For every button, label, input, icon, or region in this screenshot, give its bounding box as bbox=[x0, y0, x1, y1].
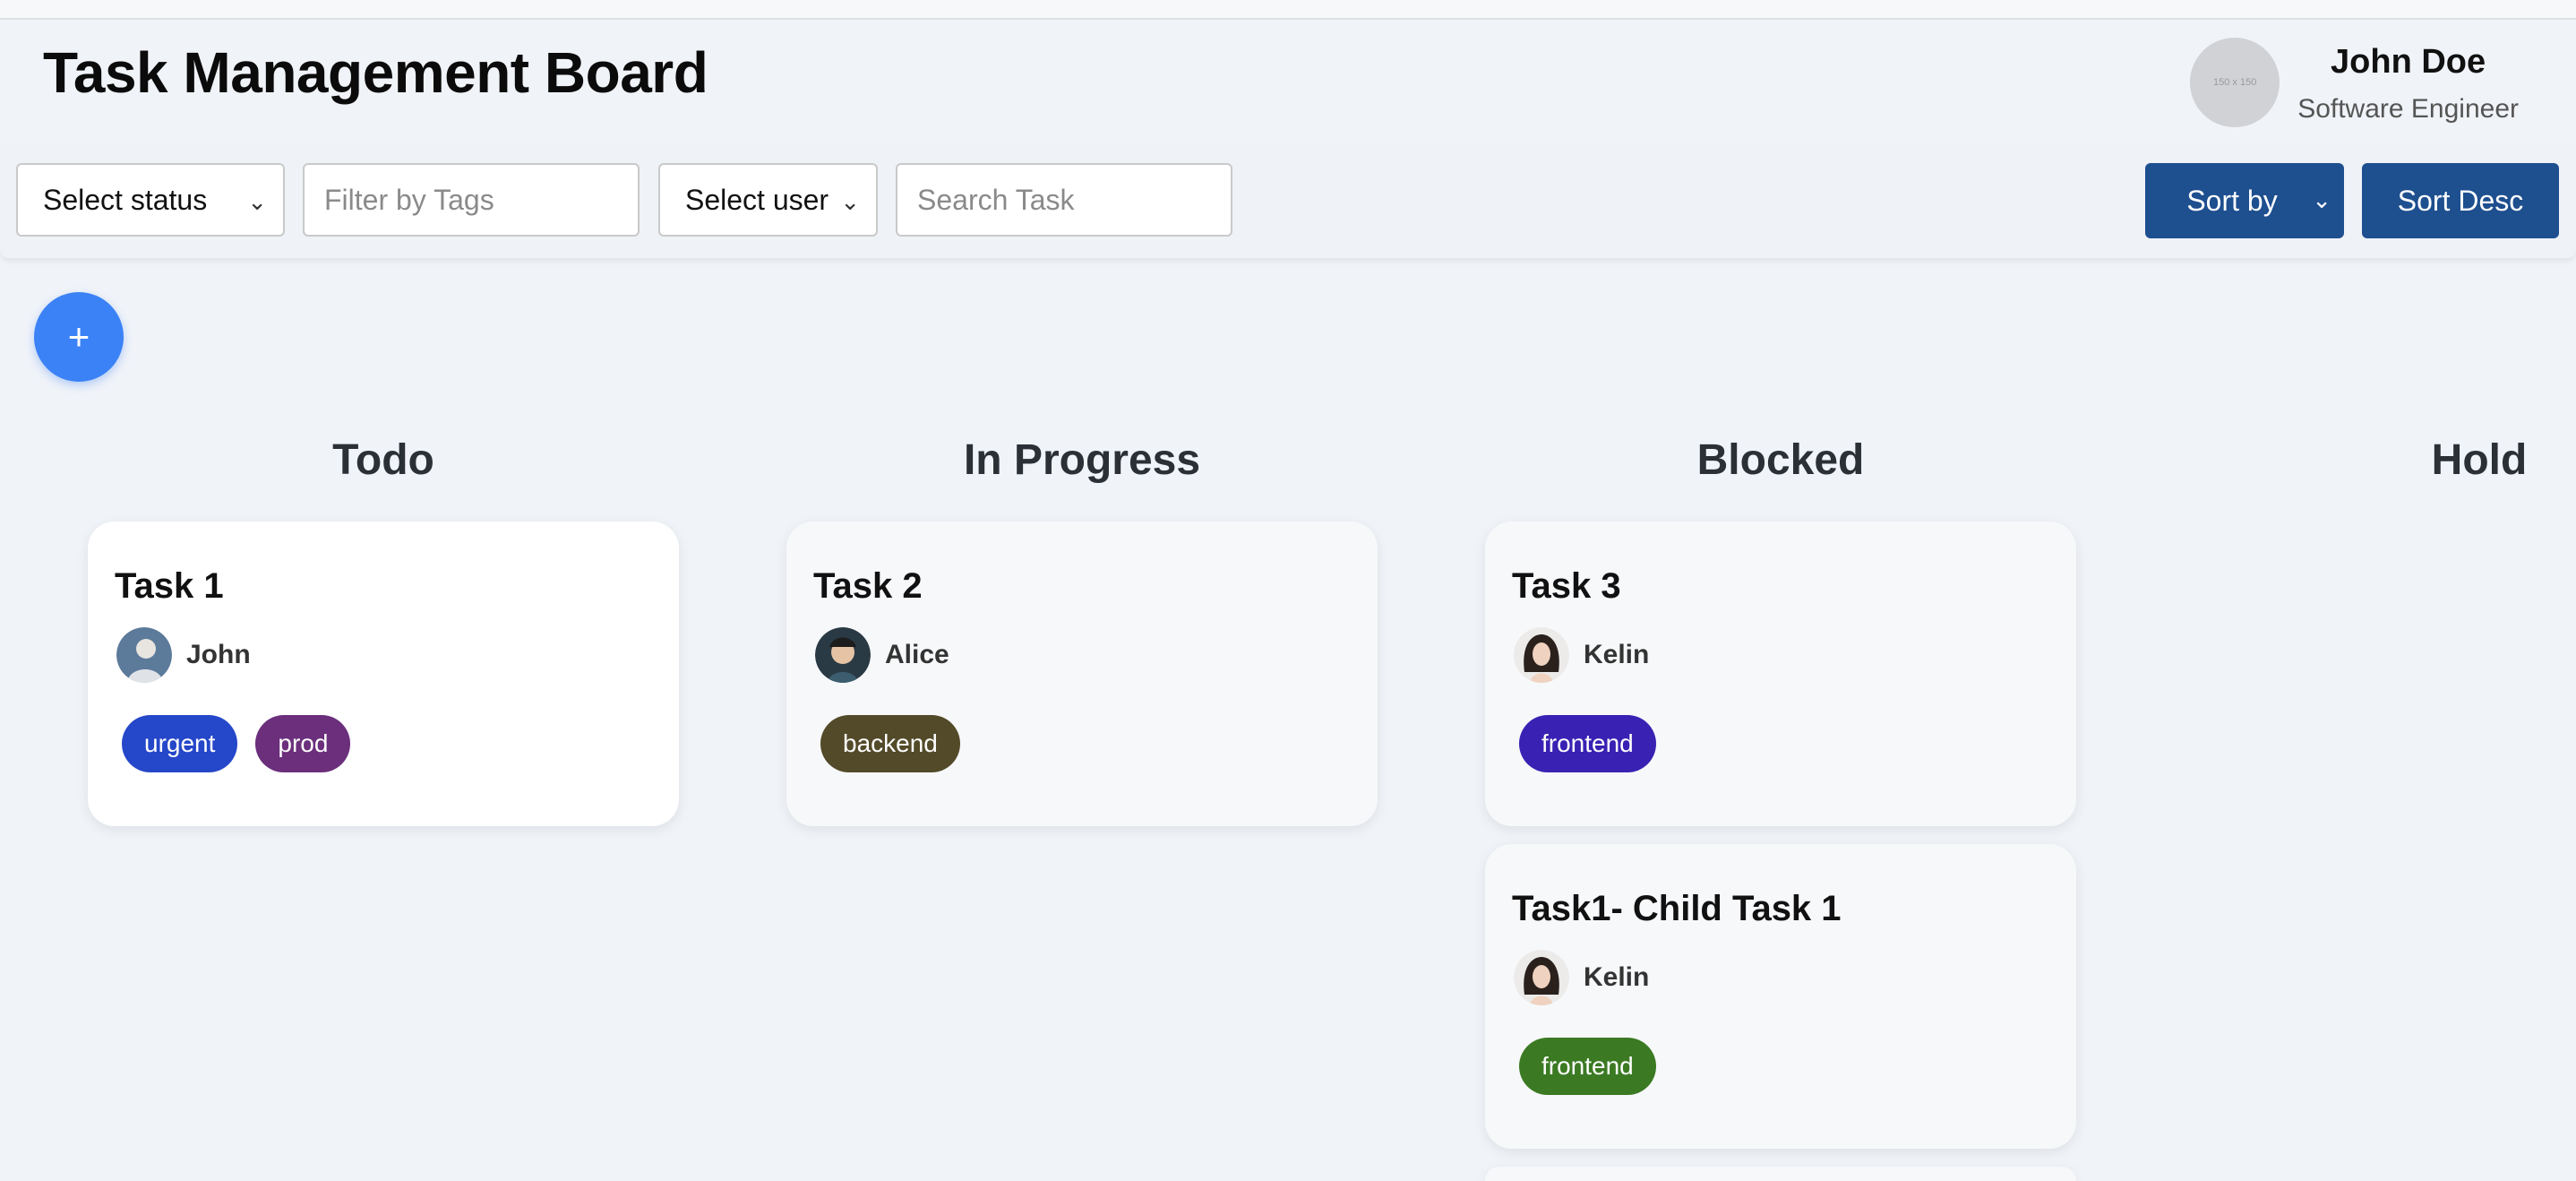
browser-top-strip bbox=[0, 0, 2576, 20]
column-title-hold: Hold bbox=[2431, 436, 2528, 484]
task-assignee: Alice bbox=[815, 627, 949, 683]
task-assignee: John bbox=[116, 627, 251, 683]
user-select-value: Select user bbox=[685, 183, 829, 216]
task-card[interactable]: Task 2 Alice backend bbox=[786, 522, 1378, 826]
column-title-in-progress: In Progress bbox=[963, 436, 1201, 484]
chevron-down-icon: ⌄ bbox=[247, 188, 267, 215]
task-title: Task1- Child Task 1 bbox=[1512, 889, 1842, 928]
woman-avatar-icon bbox=[1514, 627, 1569, 683]
tag-list: backend bbox=[820, 715, 978, 772]
header: Task Management Board 150 x 150 John Doe… bbox=[0, 20, 2576, 143]
filter-toolbar: Select status ⌄ Filter by Tags Select us… bbox=[0, 143, 2576, 258]
tag-badge[interactable]: prod bbox=[255, 715, 351, 772]
user-select[interactable]: Select user ⌄ bbox=[658, 163, 878, 237]
task-card[interactable]: Task 1 John urgent prod bbox=[88, 522, 679, 826]
woman-avatar-icon bbox=[1514, 950, 1569, 1005]
assignee-name: Kelin bbox=[1584, 640, 1650, 669]
task-assignee: Kelin bbox=[1514, 627, 1649, 683]
search-task-input[interactable]: Search Task bbox=[896, 163, 1232, 237]
profile-info: John Doe Software Engineer bbox=[2297, 36, 2519, 125]
tag-list: frontend bbox=[1519, 715, 1674, 772]
task-title: Task 2 bbox=[813, 566, 923, 606]
user-name: John Doe bbox=[2331, 43, 2486, 81]
tags-filter-placeholder: Filter by Tags bbox=[324, 183, 494, 216]
chevron-down-icon: ⌄ bbox=[840, 188, 860, 215]
column-title-blocked: Blocked bbox=[1696, 436, 1865, 484]
assignee-name: John bbox=[186, 640, 251, 669]
status-select-value: Select status bbox=[43, 183, 208, 216]
sort-order-button[interactable]: Sort Desc bbox=[2362, 163, 2559, 238]
tag-list: urgent prod bbox=[122, 715, 368, 772]
search-task-placeholder: Search Task bbox=[917, 183, 1075, 216]
column-title-todo: Todo bbox=[332, 436, 434, 484]
man-avatar-icon bbox=[116, 627, 172, 683]
task-card[interactable] bbox=[1485, 1167, 2076, 1181]
assignee-name: Kelin bbox=[1584, 962, 1650, 992]
plus-icon: + bbox=[67, 315, 90, 358]
task-title: Task 1 bbox=[115, 566, 224, 606]
chevron-down-icon: ⌄ bbox=[2312, 186, 2331, 213]
avatar: 150 x 150 bbox=[2190, 38, 2280, 127]
tag-list: frontend bbox=[1519, 1038, 1674, 1095]
add-task-button[interactable]: + bbox=[34, 292, 124, 382]
status-select[interactable]: Select status ⌄ bbox=[16, 163, 285, 237]
sort-by-label: Sort by bbox=[2186, 184, 2278, 217]
page-title: Task Management Board bbox=[43, 40, 708, 105]
child-avatar-icon bbox=[815, 627, 871, 683]
task-card[interactable]: Task 3 Kelin frontend bbox=[1485, 522, 2076, 826]
assignee-name: Alice bbox=[885, 640, 949, 669]
tag-badge[interactable]: urgent bbox=[122, 715, 238, 772]
tag-badge[interactable]: backend bbox=[820, 715, 960, 772]
tags-filter-input[interactable]: Filter by Tags bbox=[303, 163, 640, 237]
sort-order-label: Sort Desc bbox=[2397, 184, 2524, 217]
sort-by-select[interactable]: Sort by ⌄ bbox=[2145, 163, 2344, 238]
task-title: Task 3 bbox=[1512, 566, 1621, 606]
task-card[interactable]: Task1- Child Task 1 Kelin frontend bbox=[1485, 844, 2076, 1149]
tag-badge[interactable]: frontend bbox=[1519, 715, 1656, 772]
tag-badge[interactable]: frontend bbox=[1519, 1038, 1656, 1095]
task-assignee: Kelin bbox=[1514, 950, 1649, 1005]
user-profile[interactable]: 150 x 150 John Doe Software Engineer bbox=[2190, 36, 2519, 127]
user-role: Software Engineer bbox=[2297, 94, 2519, 124]
